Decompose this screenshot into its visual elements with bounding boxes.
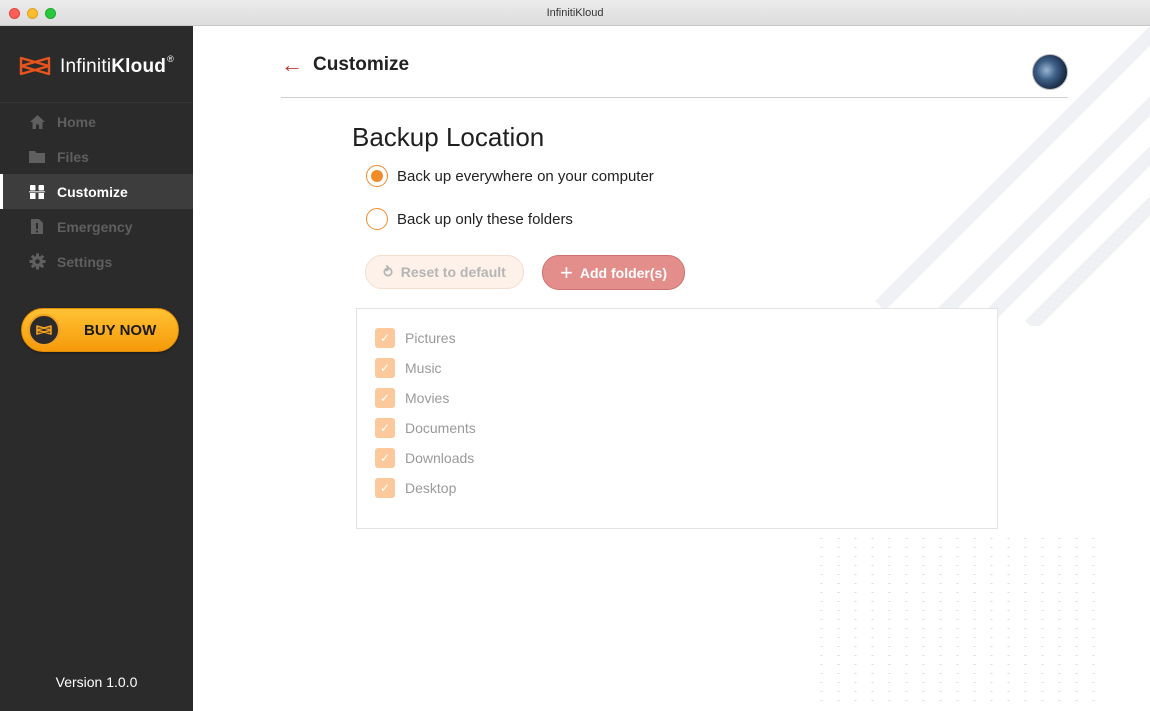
radio-backup-only-folders[interactable]: Back up only these folders: [366, 208, 573, 230]
checkbox-checked[interactable]: ✓: [375, 418, 395, 438]
checkbox-checked[interactable]: ✓: [375, 358, 395, 378]
background-dots-decoration: [813, 534, 1098, 704]
buy-now-label: BUY NOW: [84, 321, 157, 339]
infinity-logo-icon: [28, 314, 60, 346]
folder-label: Pictures: [405, 330, 456, 346]
window-title: InfinitiKloud: [546, 7, 604, 19]
sidebar-item-home[interactable]: Home: [0, 104, 193, 139]
avatar[interactable]: [1032, 54, 1068, 90]
sidebar-item-emergency[interactable]: Emergency: [0, 209, 193, 244]
backup-location-title: Backup Location: [352, 122, 545, 152]
sidebar-item-files[interactable]: Files: [0, 139, 193, 174]
sidebar-item-label: Settings: [57, 253, 113, 270]
app-logo: InfinitiKloud®: [18, 54, 174, 78]
sidebar-item-customize[interactable]: Customize: [0, 174, 193, 209]
checkbox-checked[interactable]: ✓: [375, 388, 395, 408]
folder-label: Documents: [405, 420, 476, 436]
home-icon: [28, 113, 46, 131]
checkbox-checked[interactable]: ✓: [375, 448, 395, 468]
page-header: ← Customize: [281, 54, 409, 76]
close-window-button[interactable]: [9, 8, 20, 19]
emergency-icon: [28, 218, 46, 236]
checkbox-checked[interactable]: ✓: [375, 478, 395, 498]
radio-label: Back up everywhere on your computer: [397, 167, 654, 185]
sidebar-item-label: Files: [57, 148, 89, 165]
reset-label: Reset to default: [400, 264, 506, 280]
version-label: Version 1.0.0: [55, 674, 138, 690]
main-content: ← Customize Backup Location Back up ever…: [193, 26, 1150, 711]
sidebar-item-label: Home: [57, 113, 96, 130]
radio-backup-everywhere[interactable]: Back up everywhere on your computer: [366, 165, 654, 187]
window-titlebar: InfinitiKloud: [0, 0, 1150, 26]
sidebar: InfinitiKloud® Home Files Customize Emer…: [0, 26, 193, 711]
infinity-logo-icon: [19, 56, 51, 76]
registered-mark: ®: [167, 54, 174, 64]
folder-label: Downloads: [405, 450, 475, 466]
radio-button-unchecked[interactable]: [366, 208, 388, 230]
reset-to-default-button[interactable]: ⥁ Reset to default: [365, 255, 524, 289]
customize-icon: [28, 183, 46, 201]
logo-text-light: Infiniti: [60, 56, 112, 77]
checkbox-checked[interactable]: ✓: [375, 328, 395, 348]
list-item[interactable]: ✓ Desktop: [375, 478, 456, 498]
sidebar-item-label: Emergency: [57, 218, 133, 235]
zoom-window-button[interactable]: [45, 8, 56, 19]
reset-icon: ⥁: [383, 263, 393, 280]
back-arrow-icon[interactable]: ←: [281, 54, 303, 76]
sidebar-item-label: Customize: [57, 183, 128, 200]
folder-list: ✓ Pictures ✓ Music ✓ Movies ✓ Documents …: [356, 308, 998, 529]
background-stripes-decoration: [875, 26, 1150, 326]
add-folders-label: Add folder(s): [579, 264, 667, 281]
logo-text-bold: Kloud: [111, 56, 167, 77]
add-folders-button[interactable]: + Add folder(s): [542, 255, 685, 290]
list-item[interactable]: ✓ Music: [375, 358, 442, 378]
radio-label: Back up only these folders: [397, 210, 573, 228]
sidebar-divider: [0, 102, 193, 103]
list-item[interactable]: ✓ Documents: [375, 418, 476, 438]
minimize-window-button[interactable]: [27, 8, 38, 19]
radio-button-checked[interactable]: [366, 165, 388, 187]
plus-icon: +: [560, 259, 573, 285]
buy-now-button[interactable]: BUY NOW: [21, 308, 179, 352]
header-divider: [281, 97, 1068, 98]
sidebar-item-settings[interactable]: Settings: [0, 244, 193, 279]
list-item[interactable]: ✓ Movies: [375, 388, 449, 408]
folder-label: Music: [405, 360, 442, 376]
list-item[interactable]: ✓ Downloads: [375, 448, 474, 468]
logo-text: InfinitiKloud®: [60, 54, 174, 78]
gear-icon: [28, 253, 46, 271]
folder-label: Movies: [405, 390, 450, 406]
list-item[interactable]: ✓ Pictures: [375, 328, 456, 348]
page-title: Customize: [313, 54, 410, 75]
folder-label: Desktop: [405, 480, 457, 496]
folder-icon: [28, 148, 46, 166]
